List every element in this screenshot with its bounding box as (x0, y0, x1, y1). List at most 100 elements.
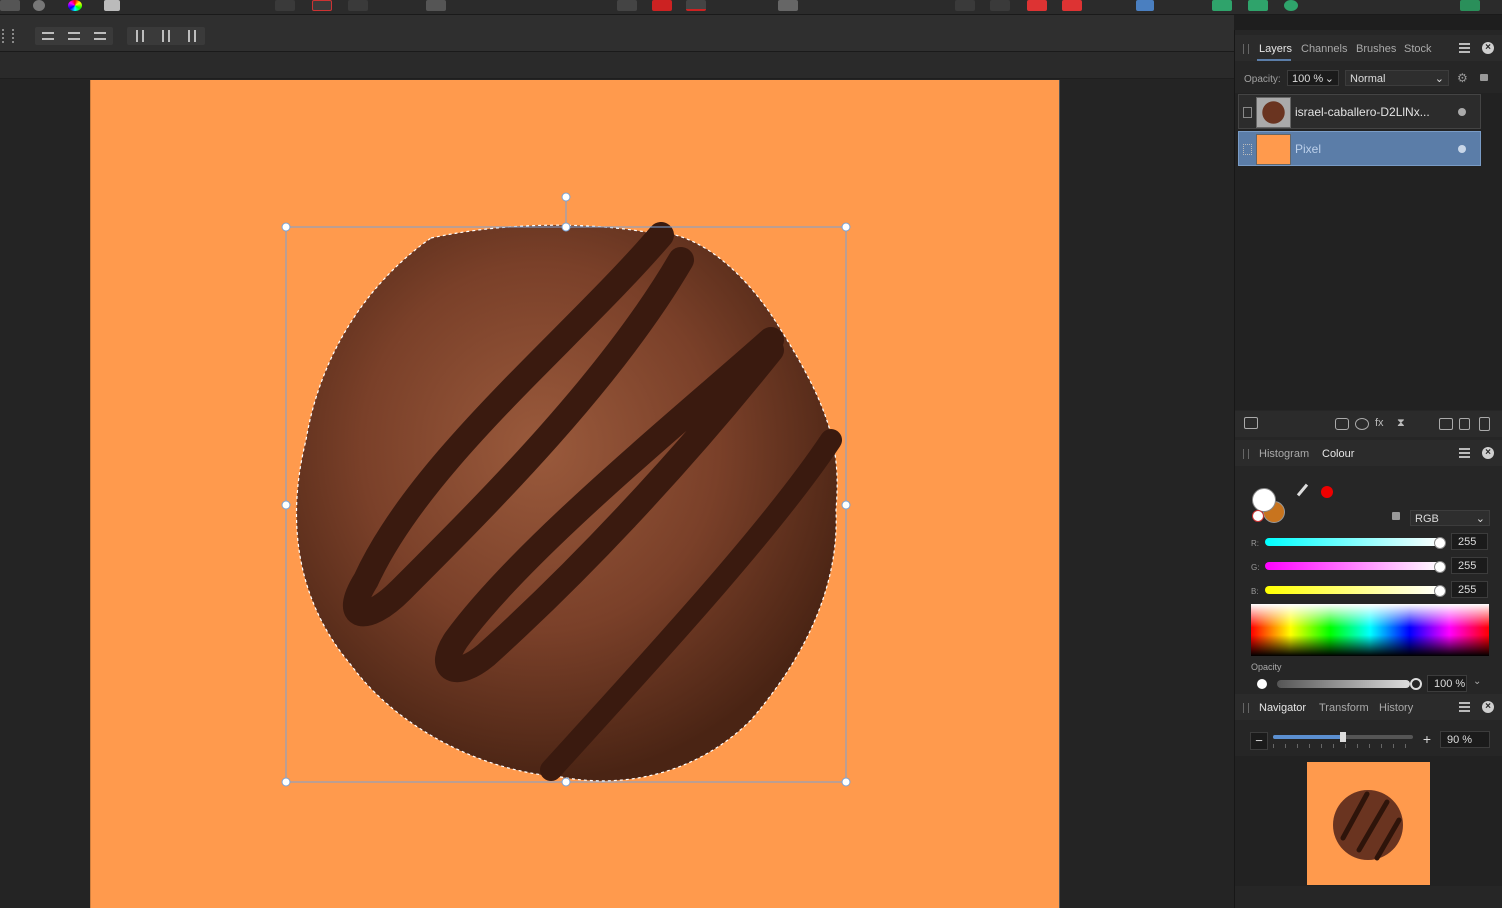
green-label: G: (1251, 563, 1260, 572)
visibility-dot-icon[interactable] (1458, 145, 1466, 153)
tab-channels[interactable]: Channels (1301, 43, 1347, 55)
persona-icon[interactable] (1460, 0, 1480, 11)
layer-name: Pixel (1295, 142, 1322, 156)
gear-icon[interactable]: ⚙ (1457, 71, 1468, 85)
blend-mode-select[interactable]: Normal ⌄ (1345, 70, 1449, 86)
arrange-front-icon[interactable] (1062, 0, 1082, 11)
red-slider[interactable] (1265, 538, 1440, 546)
fx-icon[interactable]: fx (1375, 417, 1384, 429)
lock-icon[interactable] (1392, 512, 1400, 520)
layers-footer-toolbar: fx ⧗ (1235, 411, 1502, 437)
align-top-icon[interactable] (127, 27, 153, 45)
green-slider[interactable] (1265, 562, 1440, 570)
layer-stack-icon[interactable] (1244, 417, 1258, 429)
tab-history[interactable]: History (1379, 702, 1413, 714)
boolean-subtract-icon[interactable] (1248, 0, 1268, 11)
arrange-back-icon[interactable] (955, 0, 975, 11)
quick-mask-icon[interactable] (426, 0, 446, 11)
layer-row-pixel[interactable]: Pixel (1238, 131, 1481, 166)
close-icon[interactable]: × (1482, 447, 1494, 459)
zoom-in-button[interactable]: + (1419, 732, 1435, 748)
layer-thumbnail (1256, 134, 1291, 165)
macaron-image[interactable] (91, 80, 1059, 908)
adjustment-icon[interactable] (1355, 418, 1369, 430)
horizontal-align-group (35, 27, 113, 45)
tab-layers[interactable]: Layers (1259, 43, 1292, 55)
red-slider-knob[interactable] (1434, 537, 1446, 549)
red-value-field[interactable]: 255 (1451, 533, 1488, 550)
colour-opacity-field[interactable]: 100 % (1427, 675, 1467, 692)
snapping-icon[interactable] (686, 0, 706, 11)
navigator-thumbnail[interactable] (1307, 762, 1430, 885)
panel-menu-icon[interactable] (1459, 448, 1470, 458)
layers-list: israel-caballero-D2LlNx... Pixel (1235, 93, 1502, 410)
brush-icon[interactable] (104, 0, 120, 11)
align-right-icon[interactable] (87, 27, 113, 45)
opacity-slider-knob[interactable] (1410, 678, 1422, 690)
colour-spectrum[interactable] (1251, 604, 1489, 656)
panel-grip-icon[interactable] (1243, 44, 1249, 54)
mask-layer-icon[interactable] (1335, 418, 1349, 430)
no-colour-icon[interactable] (1252, 510, 1264, 522)
arrange-forward-icon[interactable] (1027, 0, 1047, 11)
visibility-dot-icon[interactable] (1458, 108, 1466, 116)
panel-grip-icon[interactable] (1243, 703, 1249, 713)
align-centre-icon[interactable] (61, 27, 87, 45)
alignment-icon[interactable] (1136, 0, 1154, 11)
boolean-add-icon[interactable] (1212, 0, 1232, 11)
histogram-icon[interactable] (0, 0, 20, 11)
arrange-backward-icon[interactable] (990, 0, 1010, 11)
colour-wheel-icon[interactable] (68, 0, 82, 11)
panel-grip-icon[interactable] (1243, 449, 1249, 459)
colour-picker-icon[interactable] (1296, 483, 1309, 497)
blue-slider-knob[interactable] (1434, 585, 1446, 597)
blue-label: B: (1251, 587, 1259, 596)
arrange-icon[interactable] (778, 0, 798, 11)
zoom-slider-fill (1273, 735, 1343, 739)
crop-icon[interactable] (312, 0, 332, 11)
swatch-icon[interactable] (652, 0, 672, 11)
zoom-slider-knob[interactable] (1340, 732, 1346, 742)
tone-icon[interactable] (33, 0, 45, 11)
expand-icon[interactable] (1243, 107, 1252, 118)
panel-menu-icon[interactable] (1459, 43, 1470, 53)
close-icon[interactable]: × (1482, 42, 1494, 54)
layer-opacity-field[interactable]: 100 % ⌄ (1287, 70, 1339, 86)
blue-slider[interactable] (1265, 586, 1440, 594)
green-slider-knob[interactable] (1434, 561, 1446, 573)
tab-colour[interactable]: Colour (1322, 448, 1354, 460)
tab-transform[interactable]: Transform (1319, 702, 1369, 714)
close-icon[interactable]: × (1482, 701, 1494, 713)
checker-icon (1243, 144, 1252, 155)
trash-icon[interactable] (1479, 417, 1490, 431)
lock-icon[interactable] (1480, 74, 1488, 81)
context-toolbar (0, 15, 1234, 52)
align-left-icon[interactable] (35, 27, 61, 45)
tab-histogram[interactable]: Histogram (1259, 448, 1309, 460)
zoom-out-button[interactable]: − (1250, 732, 1268, 750)
align-middle-icon[interactable] (153, 27, 179, 45)
marquee-icon[interactable] (275, 0, 295, 11)
tab-stock[interactable]: Stock (1404, 43, 1432, 55)
boolean-intersect-icon[interactable] (1284, 0, 1298, 11)
layer-row-image[interactable]: israel-caballero-D2LlNx... (1238, 94, 1481, 129)
green-value-field[interactable]: 255 (1451, 557, 1488, 574)
zoom-value-field[interactable]: 90 % (1440, 731, 1490, 748)
selection-icon[interactable] (348, 0, 368, 11)
tab-brushes[interactable]: Brushes (1356, 43, 1396, 55)
insert-icon[interactable] (617, 0, 637, 11)
primary-colour-swatch[interactable] (1252, 488, 1276, 512)
align-bottom-icon[interactable] (179, 27, 205, 45)
opacity-slider[interactable] (1277, 680, 1410, 688)
panel-menu-icon[interactable] (1459, 702, 1470, 712)
picked-colour-swatch[interactable] (1321, 486, 1333, 498)
blue-value-field[interactable]: 255 (1451, 581, 1488, 598)
live-filter-icon[interactable]: ⧗ (1397, 417, 1405, 430)
tab-navigator[interactable]: Navigator (1259, 702, 1306, 714)
group-icon[interactable] (1439, 418, 1453, 430)
chevron-down-icon[interactable]: ⌄ (1473, 676, 1481, 687)
colour-model-select[interactable]: RGB ⌄ (1410, 510, 1490, 526)
opacity-label: Opacity: (1244, 74, 1281, 85)
document-canvas[interactable] (90, 80, 1060, 908)
new-pixel-layer-icon[interactable] (1459, 418, 1470, 430)
